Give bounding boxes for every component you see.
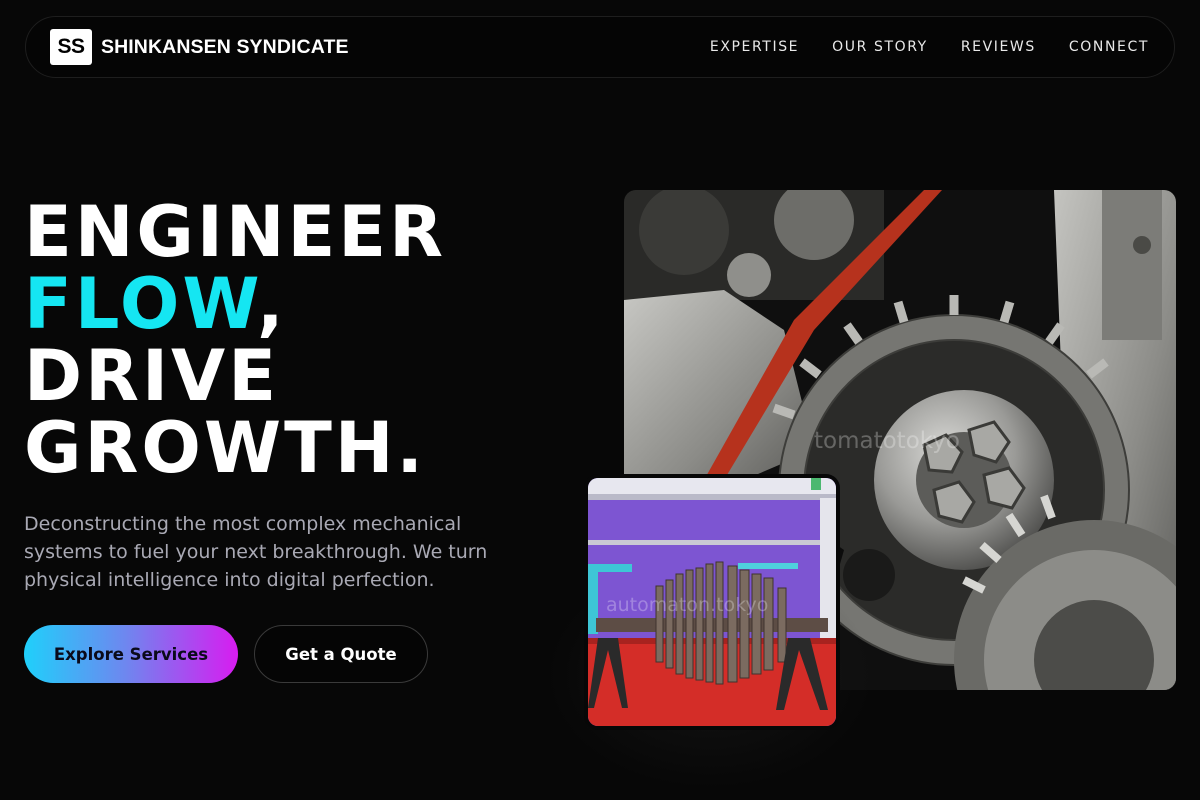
top-navbar: SS SHINKANSEN SYNDICATE EXPERTISE OUR ST… <box>25 16 1175 78</box>
hero-headline: ENGINEER FLOW, DRIVE GROWTH. <box>24 196 446 484</box>
logo-badge[interactable]: SS <box>50 29 92 65</box>
headline-line-2: FLOW, <box>24 268 446 340</box>
headline-line-3: DRIVE <box>24 335 280 417</box>
nav-link-our-story[interactable]: OUR STORY <box>832 39 928 55</box>
explore-services-button[interactable]: Explore Services <box>24 625 238 683</box>
nav-link-connect[interactable]: CONNECT <box>1069 39 1149 55</box>
brand-name[interactable]: SHINKANSEN SYNDICATE <box>101 36 349 59</box>
headline-line-1: ENGINEER <box>24 191 447 273</box>
headline-accent-word: FLOW <box>24 263 257 345</box>
turbine-rotor-image: automaton.tokyo <box>588 478 836 726</box>
page: SS SHINKANSEN SYNDICATE EXPERTISE OUR ST… <box>0 0 1200 800</box>
brand[interactable]: SS SHINKANSEN SYNDICATE <box>50 29 349 65</box>
nav-link-reviews[interactable]: REVIEWS <box>961 39 1036 55</box>
nav-links: EXPERTISE OUR STORY REVIEWS CONNECT <box>710 39 1150 55</box>
get-a-quote-button[interactable]: Get a Quote <box>254 625 428 683</box>
turbine-illustration <box>588 478 836 726</box>
nav-link-expertise[interactable]: EXPERTISE <box>710 39 799 55</box>
headline-line-4: GROWTH. <box>24 407 427 489</box>
hero-subtitle: Deconstructing the most complex mechanic… <box>24 513 488 591</box>
headline-comma: , <box>256 263 287 345</box>
